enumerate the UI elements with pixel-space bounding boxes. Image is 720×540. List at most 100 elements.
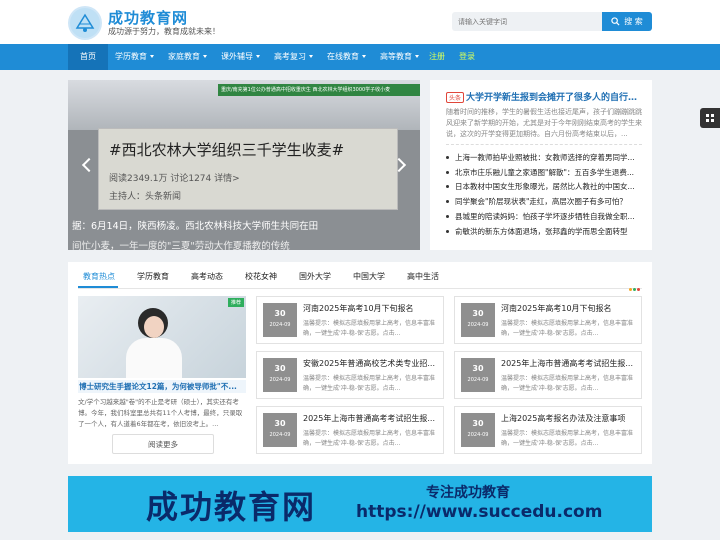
nav-register[interactable]: 注册	[429, 44, 445, 70]
tab-education[interactable]: 学历教育	[137, 271, 169, 282]
article-title[interactable]: 2025年上海市普通高考考试招生报...	[303, 413, 437, 424]
featured-summary: 文/学个习越来越"卷"的不止是考研（硕士），其实还有考博。今年，我们科室里总共有…	[78, 398, 243, 428]
search-input[interactable]	[452, 12, 602, 31]
featured-title[interactable]: 博士研究生手握论文12篇，为何被导师批"不...	[78, 380, 246, 393]
ad-banner[interactable]: 成功教育网 专注成功教育 https://www.succedu.com	[68, 476, 652, 532]
active-tab-indicator	[78, 286, 118, 288]
nav-label: 家庭教育	[168, 52, 200, 61]
list-item[interactable]: 上海一教师拍毕业照被批：女教师选择的穿着男同学...	[446, 150, 642, 165]
tab-goddess[interactable]: 校花女神	[245, 271, 277, 282]
news-title: 同学聚会"阶层现状表"走红，高层次圈子有多可怕？	[455, 197, 627, 207]
date-month: 2024-09	[269, 432, 291, 438]
list-item[interactable]: 同学聚会"阶层现状表"走红，高层次圈子有多可怕？	[446, 194, 642, 209]
date-day: 30	[274, 419, 286, 428]
article-title[interactable]: 河南2025年高考10月下旬报名	[303, 303, 437, 314]
tab-highschool[interactable]: 高中生活	[407, 271, 439, 282]
nav-tutoring[interactable]: 课外辅导	[221, 44, 260, 70]
article-title[interactable]: 2025年上海市普通高考考试招生报...	[501, 358, 635, 369]
tab-china[interactable]: 中国大学	[353, 271, 385, 282]
tabbed-section: 教育热点 学历教育 高考动态 校花女神 国外大学 中国大学 高中生活 推荐 博士…	[68, 262, 652, 464]
list-item[interactable]: 北京市庄乐融儿童之家通图"解散"：五百多学生退费...	[446, 165, 642, 180]
news-title: 俞敏洪的新东方体面退场，张邦鑫的学而思全面转型	[455, 226, 628, 236]
date-day: 30	[472, 364, 484, 373]
date-month: 2024-09	[467, 432, 489, 438]
article-card[interactable]: 30 2024-09 安徽2025年普通高校艺术类专业招... 温馨提示：模拟志愿…	[256, 351, 444, 399]
nav-gaokao[interactable]: 高考复习	[274, 44, 313, 70]
banner-stats: 阅读2349.1万 讨论1274 详情>	[109, 174, 240, 184]
person-face	[144, 316, 164, 338]
search-button[interactable]: 搜 索	[602, 12, 652, 31]
read-more-button[interactable]: 阅读更多	[112, 434, 214, 454]
article-desc: 温馨提示：模拟志愿填报用掌上高考，信息丰富准确，一键生成'冲-稳-保'志愿。点击…	[303, 320, 436, 337]
article-desc: 温馨提示：模拟志愿填报用掌上高考，信息丰富准确，一键生成'冲-稳-保'志愿。点击…	[501, 320, 634, 337]
banner-screenshot: #西北农林大学组织三千学生收麦# 阅读2349.1万 讨论1274 详情> 主持…	[98, 128, 398, 210]
ad-url: https://www.succedu.com	[356, 502, 603, 522]
site-tagline: 成功源于努力，教育成就未来！	[108, 27, 220, 36]
caret-down-icon	[309, 55, 313, 58]
featured-image[interactable]: 推荐	[78, 296, 246, 378]
article-desc: 温馨提示：模拟志愿填报用掌上高考，信息丰富准确，一键生成'冲-稳-保'志愿。点击…	[501, 430, 634, 447]
tab-gaokao[interactable]: 高考动态	[191, 271, 223, 282]
article-card[interactable]: 30 2024-09 上海2025高考报名办法及注意事项 温馨提示：模拟志愿填报用…	[454, 406, 642, 454]
nav-higher-ed[interactable]: 高等教育	[380, 44, 419, 70]
date-badge: 30 2024-09	[263, 303, 297, 337]
ad-slogan: 专注成功教育	[426, 485, 510, 501]
more-dots-icon[interactable]	[629, 276, 641, 295]
search-button-label: 搜 索	[624, 17, 643, 26]
caret-down-icon	[256, 55, 260, 58]
date-day: 30	[274, 309, 286, 318]
bullet	[446, 229, 449, 233]
tab-divider	[78, 288, 642, 289]
arrow-left-icon[interactable]	[81, 157, 97, 173]
tab-foreign[interactable]: 国外大学	[299, 271, 331, 282]
article-desc: 温馨提示：模拟志愿填报用掌上高考，信息丰富准确，一键生成'冲-稳-保'志愿。点击…	[501, 375, 634, 392]
article-card[interactable]: 30 2024-09 2025年上海市普通高考考试招生报... 温馨提示：模拟志愿…	[454, 351, 642, 399]
site-name[interactable]: 成功教育网	[108, 7, 188, 28]
article-card[interactable]: 30 2024-09 河南2025年高考10月下旬报名 温馨提示：模拟志愿填报用掌…	[454, 296, 642, 344]
article-desc: 温馨提示：模拟志愿填报用掌上高考，信息丰富准确，一键生成'冲-稳-保'志愿。点击…	[303, 430, 436, 447]
caret-down-icon	[203, 55, 207, 58]
headline-badge: 头条	[446, 92, 465, 103]
date-day: 30	[472, 309, 484, 318]
article-card[interactable]: 30 2024-09 2025年上海市普通高考考试招生报... 温馨提示：模拟志愿…	[256, 406, 444, 454]
bullet	[446, 200, 449, 204]
nav-label: 在线教育	[327, 52, 359, 61]
banner-caption-2: 间忙小麦，一年一度的"三夏"劳动大作夏播教的传统	[72, 241, 290, 250]
date-badge: 30 2024-09	[263, 358, 297, 392]
article-title[interactable]: 安徽2025年普通高校艺术类专业招...	[303, 358, 437, 369]
date-month: 2024-09	[269, 377, 291, 383]
nav-home[interactable]: 首页	[68, 44, 108, 70]
top-news-panel: 头条 大学开学新生报到会摊开了很多人的自行车，图... 随着时间的推移，学生的暑…	[430, 80, 652, 250]
banner-overlay-title[interactable]: 重庆/南充第1位公办普通高中招收重庆生 西北农林大学组织3000学子收小麦	[218, 84, 420, 96]
list-item[interactable]: 县城里的陪读妈妈：怕孩子学坏逐步牺牲自我做全职...	[446, 209, 642, 224]
article-card[interactable]: 30 2024-09 河南2025年高考10月下旬报名 温馨提示：模拟志愿填报用掌…	[256, 296, 444, 344]
list-item[interactable]: 日本教材中国女生形象曝光，居然比人教社的中国女...	[446, 180, 642, 195]
news-title: 县城里的陪读妈妈：怕孩子学坏逐步牺牲自我做全职...	[455, 212, 635, 222]
logo-icon[interactable]	[68, 6, 102, 40]
date-badge: 30 2024-09	[263, 413, 297, 447]
nav-online[interactable]: 在线教育	[327, 44, 366, 70]
date-badge: 30 2024-09	[461, 413, 495, 447]
article-desc: 温馨提示：模拟志愿填报用掌上高考，信息丰富准确，一键生成'冲-稳-保'志愿。点击…	[303, 375, 436, 392]
nav-family[interactable]: 家庭教育	[168, 44, 207, 70]
banner-headline: #西北农林大学组织三千学生收麦#	[109, 141, 345, 159]
caret-down-icon	[150, 55, 154, 58]
nav-login[interactable]: 登录	[459, 44, 475, 70]
article-title[interactable]: 河南2025年高考10月下旬报名	[501, 303, 635, 314]
date-month: 2024-09	[467, 322, 489, 328]
date-day: 30	[274, 364, 286, 373]
grid-menu-icon[interactable]	[700, 108, 720, 128]
featured-badge: 推荐	[227, 298, 244, 307]
banner-slider[interactable]: 重庆/南充第1位公办普通高中招收重庆生 西北农林大学组织3000学子收小麦 #西…	[68, 80, 420, 250]
list-item[interactable]: 俞敏洪的新东方体面退场，张邦鑫的学而思全面转型	[446, 224, 642, 239]
headline-title[interactable]: 大学开学新生报到会摊开了很多人的自行车，图...	[466, 90, 646, 103]
nav-education[interactable]: 学历教育	[115, 44, 154, 70]
search-icon	[611, 17, 620, 26]
tab-hot[interactable]: 教育热点	[83, 271, 115, 282]
divider	[446, 144, 642, 145]
ad-title: 成功教育网	[146, 488, 317, 526]
date-badge: 30 2024-09	[461, 303, 495, 337]
caret-down-icon	[362, 55, 366, 58]
banner-host: 主持人：头条新闻	[109, 192, 182, 202]
article-title[interactable]: 上海2025高考报名办法及注意事项	[501, 413, 635, 424]
